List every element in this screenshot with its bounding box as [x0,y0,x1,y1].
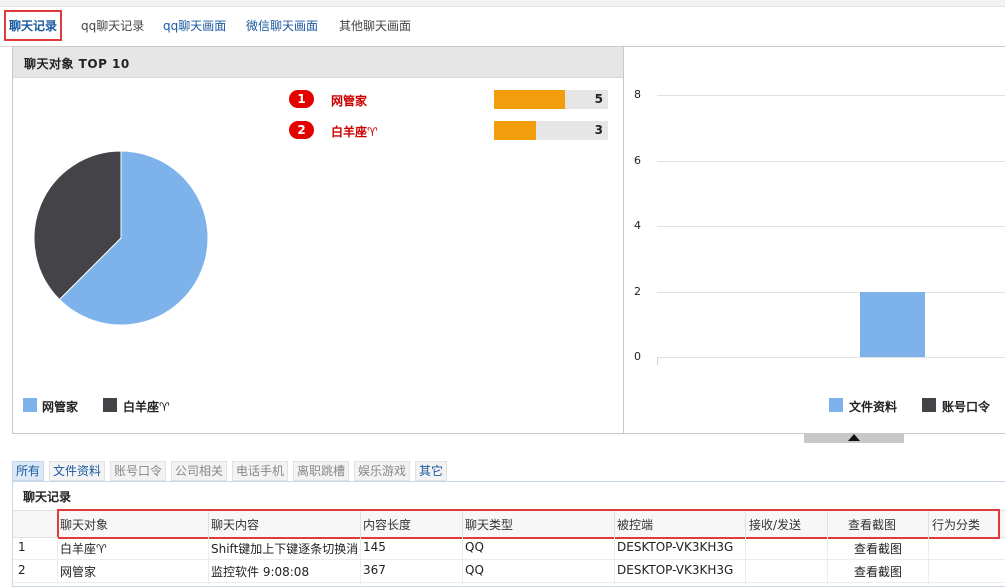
filter-tab-entertainment[interactable]: 娱乐游戏 [354,461,411,481]
tab-qq-chat-records[interactable]: qq聊天记录 [81,17,144,34]
rank-row-2[interactable]: 2 白羊座♈ 3 [289,121,619,141]
filter-tab-company[interactable]: 公司相关 [171,461,228,481]
column-divider [462,537,463,585]
rank-value: 3 [594,123,603,137]
bar-files[interactable] [860,291,925,357]
legend-swatch-wangguanjia [23,398,37,412]
view-screenshot-link[interactable]: 查看截图 [854,540,902,557]
tab-chat-records[interactable]: 聊天记录 [4,10,63,41]
header-highlight-box [57,509,1000,539]
row-divider [13,582,1005,583]
rank-bar: 5 [494,90,608,109]
column-divider [827,537,828,585]
panel-header: 聊天对象 TOP 10 [13,47,624,78]
table-row[interactable]: 1 白羊座♈ Shift键加上下键逐条切换消息 145 QQ DESKTOP-V… [13,537,1005,559]
panel-title: 聊天对象 TOP 10 [24,57,130,71]
row-number: 1 [18,540,26,554]
tab-qq-chat-screens[interactable]: qq聊天画面 [163,17,226,34]
gridline [657,357,1005,358]
pie-chart [33,150,209,326]
filter-tab-all[interactable]: 所有 [12,461,45,481]
y-tick-label: 2 [634,284,641,298]
triangle-up-icon [848,434,860,441]
cell-contact: 网管家 [60,565,97,579]
collapse-toggle[interactable] [804,433,904,443]
cell-content: Shift键加上下键逐条切换消息 [211,542,357,556]
row-number: 2 [18,563,26,577]
category-bar-chart-panel: 0 2 4 6 8 文件资料 账号口令 [623,46,1005,434]
column-divider [208,537,209,585]
column-divider [57,537,58,585]
cell-type: QQ [465,540,484,554]
rank-value: 5 [594,92,603,106]
gridline [657,291,1005,293]
column-divider [614,537,615,585]
cell-content: 监控软件 9:08:08 [211,565,310,579]
legend-label-files[interactable]: 文件资料 [849,398,897,415]
top-tab-bar: 聊天记录 qq聊天记录 qq聊天画面 微信聊天画面 其他聊天画面 [0,0,1005,47]
legend-swatch-baiyangzuo [103,398,117,412]
top10-panel: 聊天对象 TOP 10 1 网管家 5 2 白羊座♈ 3 网管家 白羊座♈ [12,46,625,434]
rank-badge: 2 [289,121,314,139]
view-screenshot-link[interactable]: 查看截图 [854,563,902,580]
column-divider [745,537,746,585]
legend-swatch-accounts [922,398,936,412]
legend-label-wangguanjia[interactable]: 网管家 [42,398,78,415]
rank-badge: 1 [289,90,314,108]
legend-swatch-files [829,398,843,412]
legend-label-accounts[interactable]: 账号口令 [942,398,990,415]
cell-endpoint: DESKTOP-VK3KH3G [617,563,734,577]
filter-tab-files[interactable]: 文件资料 [49,461,106,481]
filter-tab-accounts[interactable]: 账号口令 [110,461,167,481]
y-tick-label: 0 [634,350,641,363]
top-edge [0,0,1005,7]
gridline [657,226,1005,227]
filter-tab-other[interactable]: 其它 [415,461,448,481]
tab-wechat-chat-screens[interactable]: 微信聊天画面 [246,17,318,34]
filter-tab-job-change[interactable]: 离职跳槽 [293,461,350,481]
table-row[interactable]: 2 网管家 监控软件 9:08:08 367 QQ DESKTOP-VK3KH3… [13,560,1005,582]
tab-other-chat-screens[interactable]: 其他聊天画面 [339,17,411,34]
bar-chart: 0 2 4 6 8 [624,47,1005,433]
rank-row-1[interactable]: 1 网管家 5 [289,90,619,110]
rank-bar: 3 [494,121,608,140]
column-divider [360,537,361,585]
gridline [657,160,1005,162]
rank-name: 白羊座♈ [331,125,378,139]
cell-length: 367 [363,563,386,577]
rank-bar-fill [494,90,565,109]
cell-type: QQ [465,563,484,577]
x-axis-tick [657,357,658,365]
table-title: 聊天记录 [23,490,72,504]
y-tick-label: 4 [634,219,641,232]
y-tick-label: 8 [634,88,641,101]
rank-bar-fill [494,121,537,140]
gridline [657,95,1005,96]
rank-name: 网管家 [331,94,368,108]
legend-label-baiyangzuo[interactable]: 白羊座♈ [123,398,170,415]
cell-endpoint: DESKTOP-VK3KH3G [617,540,734,554]
cell-contact: 白羊座♈ [60,542,107,556]
cell-length: 145 [363,540,386,554]
y-tick-label: 6 [634,153,641,167]
column-divider [928,537,929,585]
filter-tab-phone[interactable]: 电话手机 [232,461,289,481]
